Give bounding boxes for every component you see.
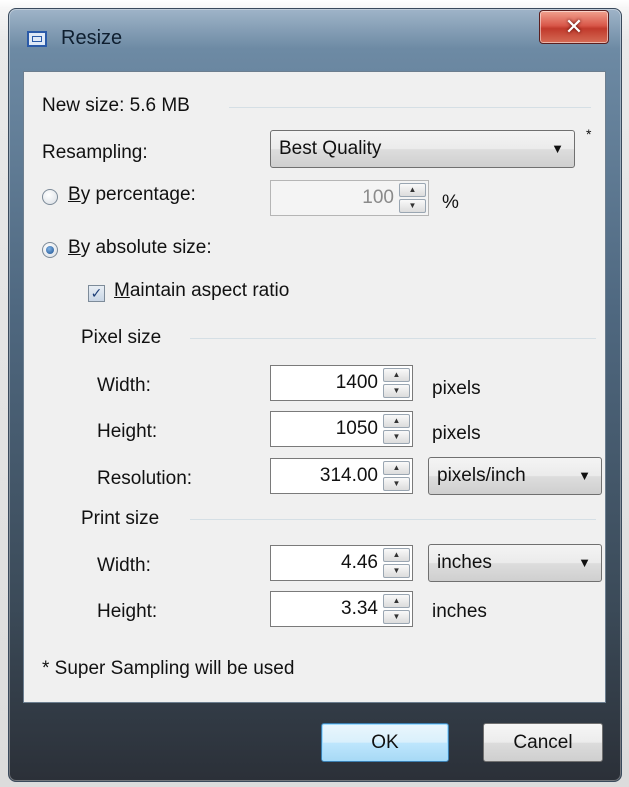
- pixel-height-input[interactable]: 1050 ▲ ▼: [270, 411, 413, 447]
- pixel-height-unit: pixels: [432, 423, 481, 444]
- resampling-dropdown[interactable]: Best Quality ▼: [270, 130, 575, 168]
- spin-up-icon[interactable]: ▲: [383, 414, 410, 428]
- by-absolute-size-label[interactable]: By absolute size:: [68, 237, 212, 259]
- percentage-input: 100 ▲ ▼: [270, 180, 429, 216]
- chevron-down-icon: ▼: [578, 555, 591, 570]
- by-percentage-text: y percentage:: [80, 184, 196, 205]
- maintain-aspect-ratio-text: aintain aspect ratio: [129, 280, 290, 301]
- print-height-value: 3.34: [341, 598, 378, 619]
- close-button[interactable]: ✕: [539, 10, 609, 44]
- spin-down-icon[interactable]: ▼: [383, 430, 410, 444]
- by-absolute-size-radio[interactable]: [42, 242, 58, 258]
- pixel-width-label: Width:: [97, 375, 151, 396]
- chevron-down-icon: ▼: [551, 141, 564, 156]
- pixel-width-spinner[interactable]: ▲ ▼: [383, 368, 410, 398]
- percentage-value: 100: [362, 187, 394, 208]
- resolution-spinner[interactable]: ▲ ▼: [383, 461, 410, 491]
- resolution-value: 314.00: [319, 465, 378, 486]
- maintain-aspect-ratio-checkbox[interactable]: ✓: [88, 285, 105, 302]
- window-title: Resize: [61, 27, 123, 49]
- resolution-unit-dropdown[interactable]: pixels/inch ▼: [428, 457, 602, 495]
- title-bar[interactable]: Resize ✕: [9, 9, 621, 67]
- spin-up-icon[interactable]: ▲: [383, 368, 410, 382]
- print-height-label: Height:: [97, 601, 158, 622]
- print-height-unit: inches: [432, 601, 487, 622]
- spin-down-icon[interactable]: ▼: [383, 610, 410, 624]
- print-width-input[interactable]: 4.46 ▲ ▼: [270, 545, 413, 581]
- pixel-size-separator: [190, 338, 596, 339]
- print-width-spinner[interactable]: ▲ ▼: [383, 548, 410, 578]
- by-absolute-size-text: y absolute size:: [80, 237, 212, 258]
- cancel-button[interactable]: Cancel: [483, 723, 603, 762]
- new-size-label: New size: 5.6 MB: [42, 95, 190, 116]
- resampling-value: Best Quality: [279, 138, 382, 159]
- pixel-size-header: Pixel size: [81, 327, 162, 348]
- resolution-unit-value: pixels/inch: [437, 465, 526, 486]
- ok-button[interactable]: OK: [321, 723, 449, 762]
- pixel-height-label: Height:: [97, 421, 158, 442]
- by-percentage-radio[interactable]: [42, 189, 58, 205]
- spin-down-icon[interactable]: ▼: [383, 564, 410, 578]
- percentage-spinner: ▲ ▼: [399, 183, 426, 213]
- resize-dialog-window: Resize ✕ New size: 5.6 MB Resampling: Be…: [8, 8, 622, 782]
- dialog-button-area: OK Cancel: [23, 705, 606, 781]
- close-icon: ✕: [564, 14, 584, 39]
- pixel-width-input[interactable]: 1400 ▲ ▼: [270, 365, 413, 401]
- maintain-aspect-ratio-label[interactable]: Maintain aspect ratio: [114, 280, 289, 302]
- print-size-separator: [190, 519, 596, 520]
- print-width-label: Width:: [97, 555, 151, 576]
- print-width-unit-dropdown[interactable]: inches ▼: [428, 544, 602, 582]
- super-sampling-note: * Super Sampling will be used: [42, 658, 295, 679]
- spin-up-icon[interactable]: ▲: [383, 548, 410, 562]
- pixel-width-unit: pixels: [432, 378, 481, 399]
- resolution-input[interactable]: 314.00 ▲ ▼: [270, 458, 413, 494]
- resolution-label: Resolution:: [97, 468, 193, 489]
- pixel-width-value: 1400: [335, 372, 378, 393]
- spin-down-icon: ▼: [399, 199, 426, 213]
- spin-up-icon[interactable]: ▲: [383, 594, 410, 608]
- pixel-height-value: 1050: [335, 418, 378, 439]
- spin-up-icon[interactable]: ▲: [383, 461, 410, 475]
- print-height-input[interactable]: 3.34 ▲ ▼: [270, 591, 413, 627]
- chevron-down-icon: ▼: [578, 468, 591, 483]
- print-width-unit-value: inches: [437, 552, 492, 573]
- percentage-unit: %: [442, 192, 459, 213]
- print-height-spinner[interactable]: ▲ ▼: [383, 594, 410, 624]
- resampling-note-marker: *: [586, 126, 592, 142]
- resampling-label: Resampling:: [42, 142, 148, 163]
- print-size-header: Print size: [81, 508, 160, 529]
- print-width-value: 4.46: [341, 552, 378, 573]
- spin-down-icon[interactable]: ▼: [383, 477, 410, 491]
- dialog-client-area: New size: 5.6 MB Resampling: Best Qualit…: [23, 71, 606, 703]
- spin-down-icon[interactable]: ▼: [383, 384, 410, 398]
- spin-up-icon: ▲: [399, 183, 426, 197]
- pixel-height-spinner[interactable]: ▲ ▼: [383, 414, 410, 444]
- new-size-separator: [229, 107, 591, 108]
- resize-app-icon: [27, 31, 47, 47]
- by-percentage-label[interactable]: By percentage:: [68, 184, 196, 206]
